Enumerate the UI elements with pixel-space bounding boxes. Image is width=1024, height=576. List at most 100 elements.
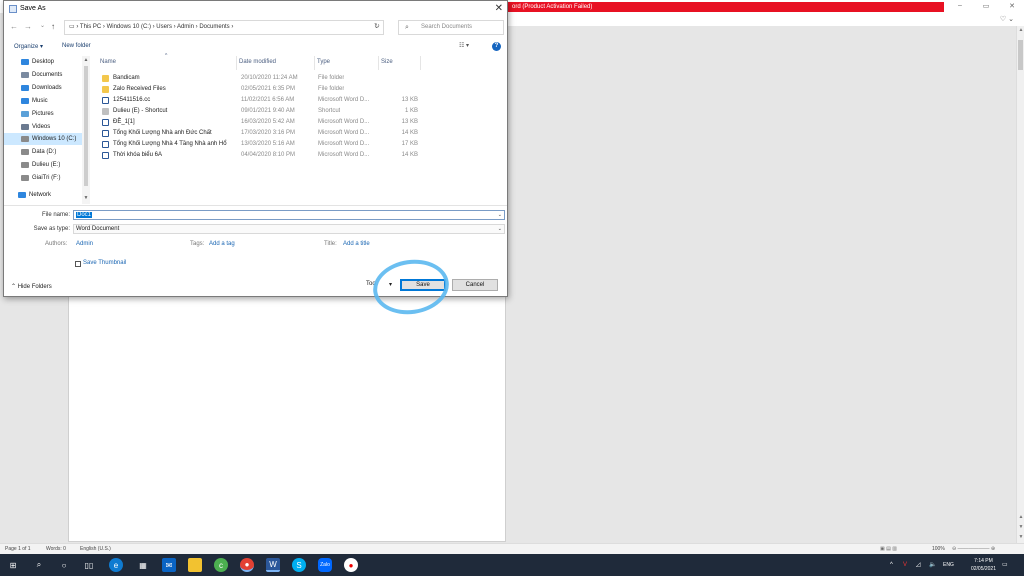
nav-item-pictures[interactable]: Pictures xyxy=(4,108,90,120)
record-icon[interactable]: ● xyxy=(344,558,358,572)
authors-value[interactable]: Admin xyxy=(76,241,93,247)
new-folder-button[interactable]: New folder xyxy=(62,43,91,49)
save-type-select[interactable]: Word Document ⌄ xyxy=(73,224,505,234)
nav-item-videos[interactable]: Videos xyxy=(4,121,90,133)
nav-item-network[interactable]: Network xyxy=(4,189,90,201)
refresh-icon[interactable]: ↻ xyxy=(374,22,380,30)
network-tray-icon[interactable]: ◿ xyxy=(916,554,921,576)
scroll-up-icon[interactable]: ▲ xyxy=(1017,27,1024,33)
word-document-icon xyxy=(102,141,109,148)
clock[interactable]: 7:14 PM 02/05/2021 xyxy=(971,557,996,573)
nav-scroll-thumb[interactable] xyxy=(84,66,88,186)
scroll-down-icon[interactable]: ▼ xyxy=(1017,534,1024,540)
back-icon[interactable]: ← xyxy=(10,22,18,31)
cortana-icon[interactable]: ○ xyxy=(57,558,71,572)
search-input[interactable]: ⌕ Search Documents xyxy=(398,20,504,35)
scroll-next-page-icon[interactable]: ▼ xyxy=(1017,524,1024,530)
column-date-modified[interactable]: Date modified xyxy=(239,59,276,65)
nav-item-music[interactable]: Music xyxy=(4,95,90,107)
save-type-value: Word Document xyxy=(76,226,120,232)
file-row[interactable]: Tổng Khối Lượng Nhà 4 Tầng Nhà anh Hổ 13… xyxy=(96,139,418,150)
up-icon[interactable]: ↑ xyxy=(51,22,55,31)
breadcrumb-this-pc[interactable]: This PC xyxy=(80,24,101,30)
start-icon[interactable]: ⊞ xyxy=(6,558,20,572)
column-separator[interactable] xyxy=(314,56,315,70)
file-row[interactable]: Tổng Khối Lượng Nhà anh Đức Chất 17/03/2… xyxy=(96,128,418,139)
chrome-icon[interactable]: ● xyxy=(240,558,254,572)
nav-item-desktop[interactable]: Desktop xyxy=(4,56,90,68)
tray-chevron-icon[interactable]: ^ xyxy=(890,554,893,576)
column-type[interactable]: Type xyxy=(317,59,330,65)
title-value[interactable]: Add a title xyxy=(343,241,370,247)
nav-scroll-up-icon[interactable]: ▲ xyxy=(82,57,90,63)
minimize-button[interactable]: – xyxy=(948,2,972,9)
column-separator[interactable] xyxy=(420,56,421,70)
save-thumbnail-label[interactable]: Save Thumbnail xyxy=(83,260,126,266)
nav-item-f-drive[interactable]: GiaiTri (F:) xyxy=(4,172,90,184)
breadcrumb-users[interactable]: Users xyxy=(156,24,172,30)
organize-button[interactable]: Organize ▾ xyxy=(14,43,43,50)
skype-icon[interactable]: S xyxy=(292,558,306,572)
file-name-dropdown-icon[interactable]: ⌄ xyxy=(498,211,502,220)
tools-button[interactable]: Too xyxy=(366,281,376,287)
file-explorer-icon[interactable] xyxy=(188,558,202,572)
language-tray[interactable]: ENG xyxy=(943,554,954,576)
hide-folders-button[interactable]: ⌃ Hide Folders xyxy=(11,283,52,290)
scroll-prev-page-icon[interactable]: ▲ xyxy=(1017,514,1024,520)
tags-value[interactable]: Add a tag xyxy=(209,241,235,247)
nav-item-downloads[interactable]: Downloads xyxy=(4,82,90,94)
nav-item-e-drive[interactable]: Dulieu (E:) xyxy=(4,159,90,171)
address-bar[interactable]: ▭ › This PC › Windows 10 (C:) › Users › … xyxy=(64,20,384,35)
dialog-close-icon[interactable]: ✕ xyxy=(495,3,503,14)
coccoc-icon[interactable]: c xyxy=(214,558,228,572)
cancel-button[interactable]: Cancel xyxy=(452,279,498,291)
breadcrumb-c-drive[interactable]: Windows 10 (C:) xyxy=(107,24,151,30)
edge-icon[interactable]: e xyxy=(109,558,123,572)
store-icon[interactable]: ▦ xyxy=(136,558,150,572)
scroll-thumb[interactable] xyxy=(1018,40,1023,70)
music-icon xyxy=(21,98,29,104)
file-row[interactable]: Zalo Received Files 02/05/2021 6:35 PM F… xyxy=(96,84,416,95)
help-icon[interactable]: ? xyxy=(492,42,501,51)
column-size[interactable]: Size xyxy=(381,59,393,65)
column-name[interactable]: Name xyxy=(100,59,116,65)
notifications-icon[interactable]: ▭ xyxy=(1002,554,1008,576)
antivirus-tray-icon[interactable]: V xyxy=(903,554,907,576)
tags-label: Tags: xyxy=(190,241,205,247)
nav-pane-scrollbar[interactable]: ▲ ▼ xyxy=(82,56,90,204)
breadcrumb-documents[interactable]: Documents xyxy=(199,24,229,30)
zalo-icon[interactable]: Zalo xyxy=(318,558,332,572)
save-thumbnail-checkbox[interactable] xyxy=(75,261,81,267)
mail-icon[interactable]: ✉ xyxy=(162,558,176,572)
save-type-dropdown-icon[interactable]: ⌄ xyxy=(498,225,502,234)
file-name-input[interactable]: Doc1 ⌄ xyxy=(73,210,505,220)
search-icon[interactable]: ⌕ xyxy=(32,558,46,572)
file-row[interactable]: Bandicam 20/10/2020 11:24 AM File folder xyxy=(96,73,416,84)
file-name-label: File name: xyxy=(41,212,70,218)
recent-locations-icon[interactable]: ⌄ xyxy=(40,22,45,29)
nav-item-c-drive[interactable]: Windows 10 (C:) xyxy=(4,133,90,145)
task-view-icon[interactable]: ▯▯ xyxy=(82,558,96,572)
word-icon[interactable]: W xyxy=(266,558,280,572)
view-options-icon[interactable]: ☷ ▾ xyxy=(459,42,469,49)
maximize-button[interactable]: ▭ xyxy=(974,2,998,10)
file-row[interactable]: Dulieu (E) - Shortcut 09/01/2021 9:40 AM… xyxy=(96,106,418,117)
save-button[interactable]: Save xyxy=(400,279,446,291)
file-row[interactable]: ĐỀ_1[1] 16/03/2020 5:42 AM Microsoft Wor… xyxy=(96,117,418,128)
ribbon-options-icon[interactable]: ♡ ⌄ xyxy=(1000,15,1014,23)
document-scrollbar[interactable]: ▲ ▲ ▼ ▼ xyxy=(1016,26,1024,543)
nav-scroll-down-icon[interactable]: ▼ xyxy=(82,195,90,201)
activation-failed-banner: ord (Product Activation Failed) xyxy=(506,2,944,12)
forward-icon[interactable]: → xyxy=(24,22,32,31)
nav-item-d-drive[interactable]: Data (D:) xyxy=(4,146,90,158)
dialog-title-bar[interactable]: Save As ✕ xyxy=(4,1,507,17)
column-separator[interactable] xyxy=(236,56,237,70)
file-row[interactable]: Thời khóa biểu 6A 04/04/2020 8:10 PM Mic… xyxy=(96,150,418,161)
column-separator[interactable] xyxy=(378,56,379,70)
nav-item-documents[interactable]: Documents xyxy=(4,69,90,81)
tools-dropdown-icon[interactable]: ▾ xyxy=(389,281,392,288)
close-window-button[interactable]: ✕ xyxy=(1000,2,1024,10)
file-row[interactable]: 125411516.cc 11/02/2021 6:56 AM Microsof… xyxy=(96,95,418,106)
breadcrumb-admin[interactable]: Admin xyxy=(177,24,194,30)
volume-tray-icon[interactable]: 🔈 xyxy=(929,554,936,576)
